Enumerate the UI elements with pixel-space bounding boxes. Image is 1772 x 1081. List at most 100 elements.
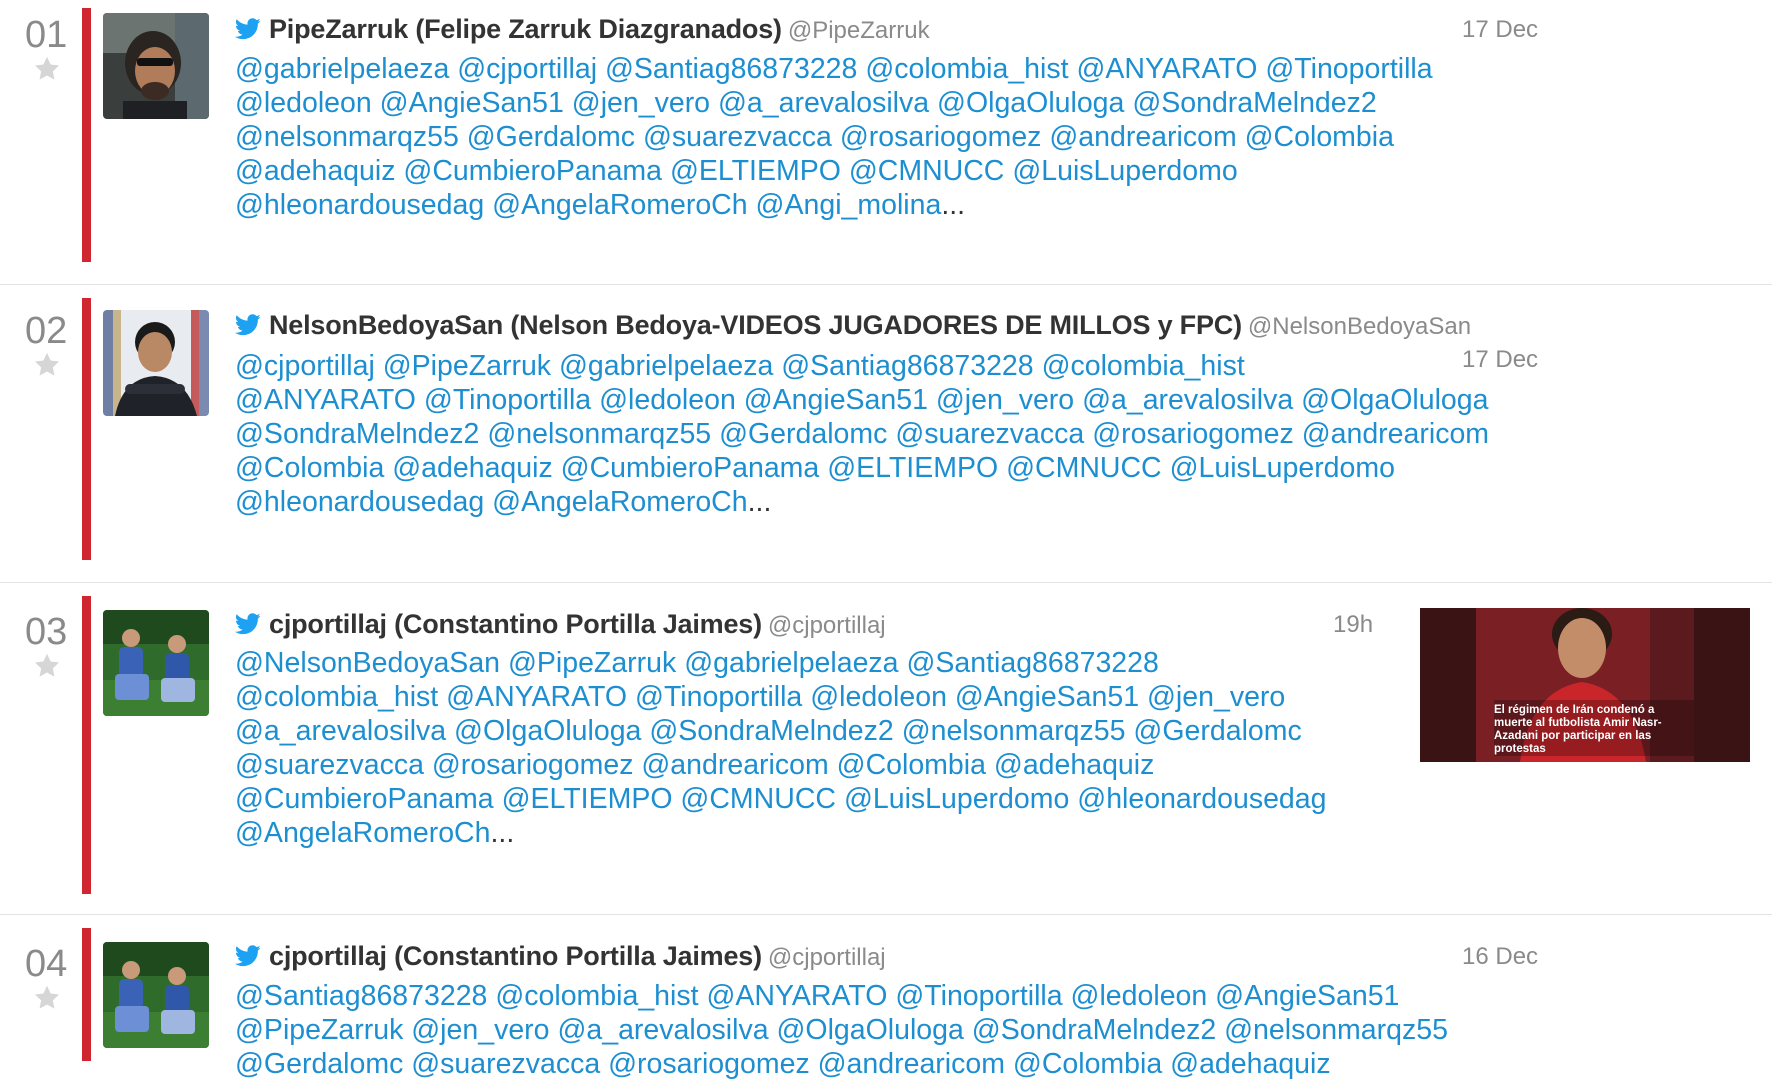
mention-link[interactable]: @AngieSan51 (1215, 980, 1399, 1012)
mention-link[interactable]: @adehaquiz (235, 155, 395, 187)
mention-link[interactable]: @LuisLuperdomo (1170, 452, 1395, 484)
mention-link[interactable]: @andrearicom (818, 1048, 1005, 1080)
mention-link[interactable]: @Tinoportilla (1265, 53, 1432, 85)
mention-link[interactable]: @colombia_hist (495, 980, 698, 1012)
mention-link[interactable]: @CMNUCC (1006, 452, 1162, 484)
author-name[interactable]: PipeZarruk (Felipe Zarruk Diazgranados) (269, 14, 782, 44)
mention-link[interactable]: @suarezvacca (643, 121, 832, 153)
mention-link[interactable]: @ELTIEMPO (502, 783, 673, 815)
mention-link[interactable]: @ledoleon (599, 384, 736, 416)
mention-link[interactable]: @AngelaRomeroCh (492, 486, 747, 518)
mention-link[interactable]: @LuisLuperdomo (844, 783, 1069, 815)
mention-link[interactable]: @SondraMelndez2 (972, 1014, 1216, 1046)
mention-link[interactable]: @SondraMelndez2 (235, 418, 479, 450)
mention-link[interactable]: @colombia_hist (865, 53, 1068, 85)
author-handle[interactable]: @PipeZarruk (788, 17, 930, 44)
mention-link[interactable]: @nelsonmarqz55 (1224, 1014, 1448, 1046)
author-handle[interactable]: @NelsonBedoyaSan (1248, 313, 1471, 340)
mention-link[interactable]: @gabrielpelaeza (235, 53, 449, 85)
mention-link[interactable]: @nelsonmarqz55 (487, 418, 711, 450)
star-icon[interactable] (33, 351, 61, 379)
mention-link[interactable]: @SondraMelndez2 (649, 715, 893, 747)
media-thumbnail[interactable]: El régimen de Irán condenó a muerte al f… (1420, 608, 1750, 762)
mention-link[interactable]: @adehaquiz (392, 452, 552, 484)
mention-link[interactable]: @andrearicom (1302, 418, 1489, 450)
mention-link[interactable]: @hleonardousedag (235, 189, 484, 221)
mention-link[interactable]: @LuisLuperdomo (1012, 155, 1237, 187)
author-name[interactable]: NelsonBedoyaSan (Nelson Bedoya-VIDEOS JU… (269, 310, 1242, 340)
mention-link[interactable]: @Colombia (1013, 1048, 1162, 1080)
mention-link[interactable]: @hleonardousedag (1077, 783, 1326, 815)
mention-link[interactable]: @NelsonBedoyaSan (235, 647, 500, 679)
mention-link[interactable]: @a_arevalosilva (557, 1014, 768, 1046)
avatar[interactable] (103, 610, 209, 716)
mention-link[interactable]: @hleonardousedag (235, 486, 484, 518)
mention-link[interactable]: @rosariogomez (608, 1048, 810, 1080)
mention-link[interactable]: @suarezvacca (895, 418, 1084, 450)
mention-link[interactable]: @Colombia (837, 749, 986, 781)
mention-link[interactable]: @suarezvacca (235, 749, 424, 781)
mention-link[interactable]: @cjportillaj (457, 53, 597, 85)
author-name[interactable]: cjportillaj (Constantino Portilla Jaimes… (269, 941, 762, 971)
mention-link[interactable]: @OlgaOluloga (776, 1014, 963, 1046)
mention-link[interactable]: @AngelaRomeroCh (235, 817, 490, 849)
author-name[interactable]: cjportillaj (Constantino Portilla Jaimes… (269, 609, 762, 639)
mention-link[interactable]: @a_arevalosilva (235, 715, 446, 747)
mention-link[interactable]: @cjportillaj (235, 350, 375, 382)
mention-link[interactable]: @adehaquiz (994, 749, 1154, 781)
mention-link[interactable]: @adehaquiz (1170, 1048, 1330, 1080)
mention-link[interactable]: @ELTIEMPO (670, 155, 841, 187)
mention-link[interactable]: @OlgaOluloga (937, 87, 1124, 119)
mention-link[interactable]: @OlgaOluloga (1301, 384, 1488, 416)
mention-link[interactable]: @Tinoportilla (635, 681, 802, 713)
mention-link[interactable]: @Tinoportilla (424, 384, 591, 416)
mention-link[interactable]: @jen_vero (1147, 681, 1285, 713)
mention-link[interactable]: @AngieSan51 (955, 681, 1139, 713)
star-icon[interactable] (33, 984, 61, 1012)
mention-link[interactable]: @Angi_molina (756, 189, 942, 221)
mention-link[interactable]: @AngieSan51 (380, 87, 564, 119)
mention-link[interactable]: @PipeZarruk (508, 647, 676, 679)
mention-link[interactable]: @AngelaRomeroCh (492, 189, 747, 221)
tweet-timestamp[interactable]: 17 Dec (1462, 15, 1538, 45)
mention-link[interactable]: @gabrielpelaeza (559, 350, 773, 382)
avatar[interactable] (103, 310, 209, 416)
mention-link[interactable]: @PipeZarruk (235, 1014, 403, 1046)
mention-link[interactable]: @ANYARATO (235, 384, 416, 416)
author-handle[interactable]: @cjportillaj (768, 944, 886, 971)
mention-link[interactable]: @andrearicom (1049, 121, 1236, 153)
avatar[interactable] (103, 942, 209, 1048)
mention-link[interactable]: @ANYARATO (1076, 53, 1257, 85)
avatar[interactable] (103, 13, 209, 119)
mention-link[interactable]: @Santiag86873228 (781, 350, 1033, 382)
star-icon[interactable] (33, 652, 61, 680)
mention-link[interactable]: @Gerdalomc (719, 418, 887, 450)
mention-link[interactable]: @Santiag86873228 (235, 980, 487, 1012)
mention-link[interactable]: @ledoleon (1071, 980, 1208, 1012)
mention-link[interactable]: @Santiag86873228 (906, 647, 1158, 679)
mention-link[interactable]: @Gerdalomc (1133, 715, 1301, 747)
mention-link[interactable]: @SondraMelndez2 (1132, 87, 1376, 119)
mention-link[interactable]: @CMNUCC (849, 155, 1005, 187)
mention-link[interactable]: @a_arevalosilva (1082, 384, 1293, 416)
mention-link[interactable]: @ELTIEMPO (827, 452, 998, 484)
mention-link[interactable]: @nelsonmarqz55 (235, 121, 459, 153)
mention-link[interactable]: @andrearicom (641, 749, 828, 781)
mention-link[interactable]: @suarezvacca (411, 1048, 600, 1080)
mention-link[interactable]: @a_arevalosilva (718, 87, 929, 119)
mention-link[interactable]: @AngieSan51 (744, 384, 928, 416)
mention-link[interactable]: @CumbieroPanama (561, 452, 820, 484)
mention-link[interactable]: @ANYARATO (446, 681, 627, 713)
author-handle[interactable]: @cjportillaj (768, 612, 886, 639)
mention-link[interactable]: @ledoleon (810, 681, 947, 713)
mention-link[interactable]: @colombia_hist (1042, 350, 1245, 382)
tweet-timestamp[interactable]: 16 Dec (1462, 942, 1538, 972)
mention-link[interactable]: @jen_vero (572, 87, 710, 119)
mention-link[interactable]: @gabrielpelaeza (684, 647, 898, 679)
mention-link[interactable]: @CumbieroPanama (235, 783, 494, 815)
mention-link[interactable]: @rosariogomez (1092, 418, 1294, 450)
mention-link[interactable]: @Colombia (1245, 121, 1394, 153)
mention-link[interactable]: @ANYARATO (706, 980, 887, 1012)
mention-link[interactable]: @Gerdalomc (235, 1048, 403, 1080)
mention-link[interactable]: @OlgaOluloga (454, 715, 641, 747)
